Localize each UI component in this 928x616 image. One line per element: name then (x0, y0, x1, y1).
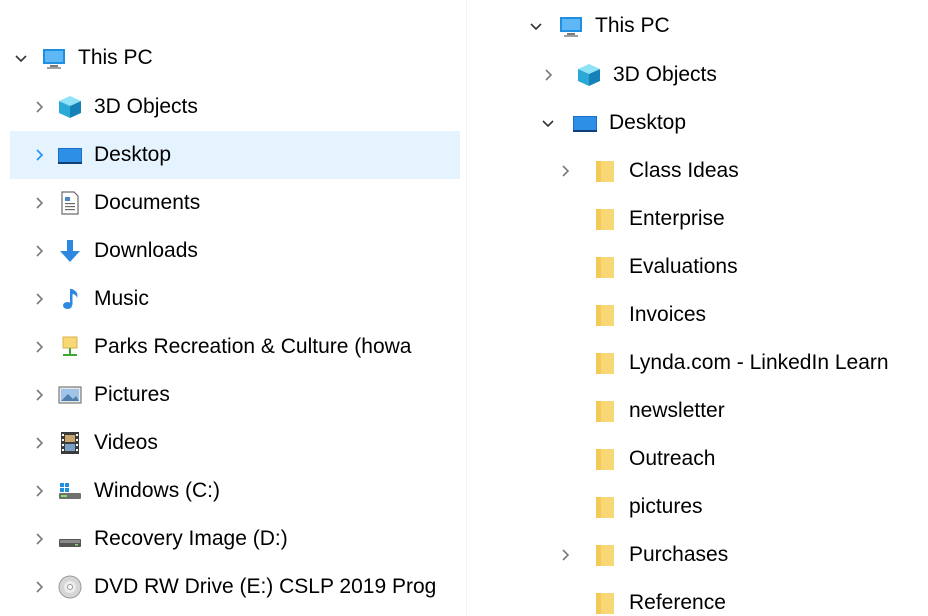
tree-item-dvd-e[interactable]: DVD RW Drive (E:) CSLP 2019 Prog (10, 563, 460, 611)
dvd-disc-icon (56, 573, 84, 601)
left-navigation-pane[interactable]: This PC 3D Objects Desktop Documents Dow… (0, 0, 466, 616)
chevron-right-icon[interactable] (28, 515, 50, 563)
tree-item-newsletter[interactable]: newsletter (467, 387, 928, 435)
tree-item-class-ideas[interactable]: Class Ideas (467, 147, 928, 195)
chevron-right-icon[interactable] (28, 179, 50, 227)
chevron-right-icon[interactable] (554, 147, 576, 195)
tree-item-label: newsletter (629, 399, 725, 422)
tree-item-label: 3D Objects (613, 63, 717, 86)
folder-icon (591, 589, 619, 616)
tree-item-downloads[interactable]: Downloads (10, 227, 460, 275)
tree-item-label: This PC (595, 14, 670, 37)
tree-item-label: Music (94, 287, 149, 310)
tree-item-documents[interactable]: Documents (10, 179, 460, 227)
folder-icon (591, 253, 619, 281)
chevron-right-icon[interactable] (537, 51, 559, 99)
hard-drive-icon (56, 525, 84, 553)
tree-item-purchases[interactable]: Purchases (467, 531, 928, 579)
tree-item-label: Desktop (609, 111, 687, 134)
tree-item-label: Videos (94, 431, 158, 454)
tree-item-evaluations[interactable]: Evaluations (467, 243, 928, 291)
tree-item-label: Parks Recreation & Culture (howa (94, 335, 412, 358)
tree-item-label: Pictures (94, 383, 170, 406)
tree-item-label: pictures (629, 495, 703, 518)
tree-item-recovery-d[interactable]: Recovery Image (D:) (10, 515, 460, 563)
pictures-icon (56, 381, 84, 409)
folder-icon (591, 541, 619, 569)
tree-item-enterprise[interactable]: Enterprise (467, 195, 928, 243)
tree-item-this-pc[interactable]: This PC (467, 2, 928, 50)
monitor-icon (557, 12, 585, 40)
folder-icon (591, 493, 619, 521)
film-strip-icon (56, 429, 84, 457)
tree-item-label: Recovery Image (D:) (94, 527, 288, 550)
chevron-right-icon[interactable] (28, 467, 50, 515)
tree-item-parks-recreation[interactable]: Parks Recreation & Culture (howa (10, 323, 460, 371)
tree-item-music[interactable]: Music (10, 275, 460, 323)
chevron-down-icon[interactable] (10, 34, 32, 82)
music-note-icon (56, 285, 84, 313)
tree-item-label: Class Ideas (629, 159, 739, 182)
tree-item-label: Invoices (629, 303, 707, 326)
download-arrow-icon (56, 237, 84, 265)
document-icon (56, 189, 84, 217)
tree-item-label: Downloads (94, 239, 198, 262)
tree-item-label: DVD RW Drive (E:) CSLP 2019 Prog (94, 575, 437, 598)
tree-item-label: Lynda.com - LinkedIn Learn (629, 351, 889, 374)
folder-icon (591, 445, 619, 473)
desktop-icon (56, 141, 84, 169)
monitor-icon (40, 44, 68, 72)
tree-item-label: Desktop (94, 143, 172, 166)
tree-item-3d-objects[interactable]: 3D Objects (467, 51, 928, 99)
tree-item-label: Documents (94, 191, 201, 214)
chevron-right-icon[interactable] (28, 563, 50, 611)
chevron-right-icon[interactable] (28, 83, 50, 131)
chevron-right-icon[interactable] (554, 531, 576, 579)
folder-icon (591, 205, 619, 233)
chevron-down-icon[interactable] (525, 2, 547, 50)
folder-icon (591, 397, 619, 425)
tree-item-outreach[interactable]: Outreach (467, 435, 928, 483)
folder-icon (591, 349, 619, 377)
tree-item-label: Enterprise (629, 207, 725, 230)
tree-item-label: Reference (629, 591, 726, 614)
chevron-down-icon[interactable] (537, 99, 559, 147)
chevron-right-icon[interactable] (28, 419, 50, 467)
chevron-right-icon[interactable] (28, 275, 50, 323)
cube-3d-icon (56, 93, 84, 121)
network-drive-icon (56, 333, 84, 361)
tree-item-this-pc[interactable]: This PC (10, 34, 460, 82)
chevron-right-icon[interactable] (28, 323, 50, 371)
tree-item-videos[interactable]: Videos (10, 419, 460, 467)
tree-item-invoices[interactable]: Invoices (467, 291, 928, 339)
tree-item-desktop[interactable]: Desktop (10, 131, 460, 179)
tree-item-pictures[interactable]: Pictures (10, 371, 460, 419)
tree-item-label: 3D Objects (94, 95, 198, 118)
tree-item-pictures-folder[interactable]: pictures (467, 483, 928, 531)
right-navigation-pane[interactable]: This PC 3D Objects Desktop Class Ideas E… (466, 0, 928, 616)
tree-item-3d-objects[interactable]: 3D Objects (10, 83, 460, 131)
desktop-icon (571, 109, 599, 137)
tree-item-label: Outreach (629, 447, 716, 470)
tree-item-lynda[interactable]: Lynda.com - LinkedIn Learn (467, 339, 928, 387)
tree-item-label: Evaluations (629, 255, 738, 278)
tree-item-windows-c[interactable]: Windows (C:) (10, 467, 460, 515)
cube-3d-icon (575, 61, 603, 89)
folder-icon (591, 301, 619, 329)
tree-item-label: Purchases (629, 543, 729, 566)
chevron-right-icon[interactable] (28, 131, 50, 179)
tree-item-label: Windows (C:) (94, 479, 221, 502)
chevron-right-icon[interactable] (28, 371, 50, 419)
windows-drive-icon (56, 477, 84, 505)
chevron-right-icon[interactable] (28, 227, 50, 275)
folder-icon (591, 157, 619, 185)
tree-item-label: This PC (78, 46, 153, 69)
tree-item-reference[interactable]: Reference (467, 579, 928, 616)
tree-item-desktop[interactable]: Desktop (467, 99, 928, 147)
